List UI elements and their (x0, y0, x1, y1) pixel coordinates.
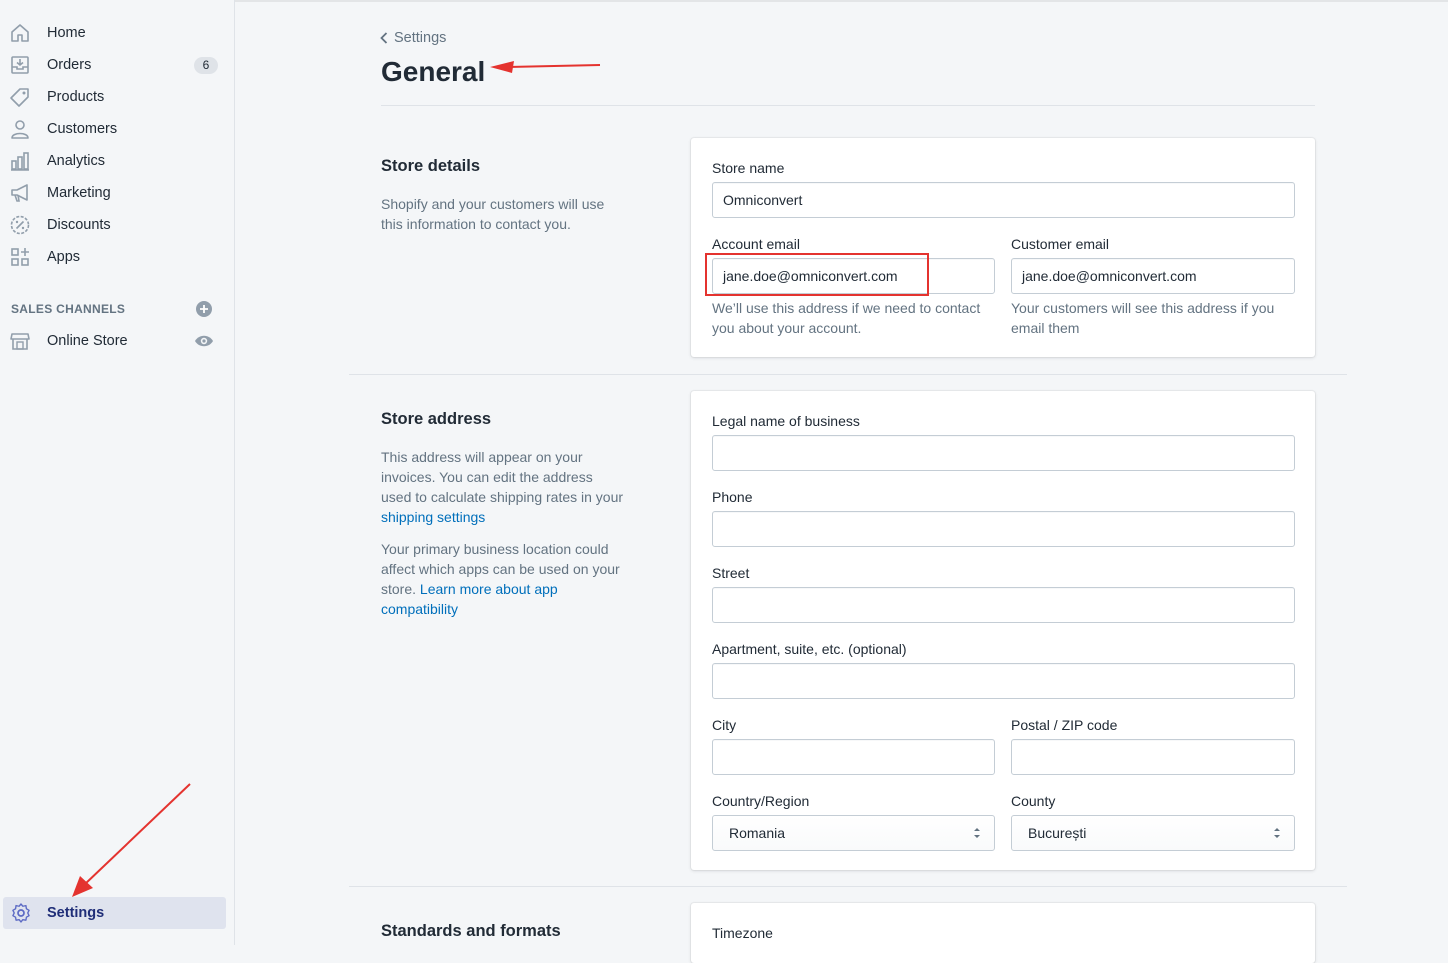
home-icon (11, 24, 29, 42)
eye-icon[interactable] (194, 332, 214, 350)
customer-email-help: Your customers will see this address if … (1011, 300, 1275, 336)
store-name-label: Store name (712, 160, 785, 176)
person-icon (11, 120, 29, 139)
sidebar-item-settings[interactable]: Settings (3, 897, 226, 929)
tag-icon (10, 88, 29, 107)
breadcrumb-back-link[interactable]: Settings (380, 30, 446, 46)
sidebar-item-label: Home (47, 25, 86, 41)
sidebar-item-label: Discounts (47, 217, 111, 233)
phone-label: Phone (712, 489, 753, 505)
sidebar-item-analytics[interactable]: Analytics (0, 145, 235, 177)
sidebar-item-label: Apps (47, 249, 81, 265)
bar-chart-icon (11, 152, 29, 171)
sidebar-item-label: Marketing (47, 185, 111, 201)
sidebar: Home Orders 6 Products Customers Analyti… (0, 0, 235, 945)
app-compatibility-description: Your primary business location could aff… (381, 539, 626, 619)
chevron-left-icon (380, 32, 388, 44)
customer-email-label: Customer email (1011, 236, 1110, 252)
country-select[interactable]: Romania (712, 815, 995, 851)
breadcrumb-label: Settings (394, 30, 447, 46)
orders-icon (11, 56, 29, 74)
customer-email-field[interactable]: jane.doe@omniconvert.com (1011, 258, 1295, 294)
city-field[interactable] (712, 739, 995, 775)
county-select-value: București (1028, 825, 1087, 841)
sidebar-item-customers[interactable]: Customers (0, 113, 235, 145)
sidebar-item-label: Orders (47, 57, 92, 73)
store-details-title: Store details (381, 157, 481, 175)
phone-field[interactable] (712, 511, 1295, 547)
header-divider (381, 105, 1315, 106)
store-details-description: Shopify and your customers will use this… (381, 196, 605, 232)
sidebar-item-label: Online Store (47, 333, 128, 349)
shipping-settings-link[interactable]: shipping settings (381, 509, 485, 525)
street-field[interactable] (712, 587, 1295, 623)
gear-icon (12, 903, 30, 923)
sidebar-item-label: Customers (47, 121, 118, 137)
sales-channels-heading: SALES CHANNELS (11, 302, 126, 316)
sidebar-item-home[interactable]: Home (0, 17, 235, 49)
add-channel-icon[interactable] (195, 300, 213, 318)
sidebar-item-orders[interactable]: Orders 6 (0, 49, 235, 81)
county-label: County (1011, 793, 1056, 809)
timezone-label: Timezone (712, 925, 773, 941)
apartment-label: Apartment, suite, etc. (optional) (712, 641, 907, 657)
megaphone-icon (11, 184, 28, 202)
store-name-field[interactable]: Omniconvert (712, 182, 1295, 218)
sidebar-item-apps[interactable]: Apps (0, 241, 235, 273)
legal-name-field[interactable] (712, 435, 1295, 471)
sidebar-item-label: Settings (47, 905, 105, 921)
percent-badge-icon (10, 215, 30, 235)
store-address-description: This address will appear on your invoice… (381, 447, 626, 527)
store-address-desc-text: This address will appear on your invoice… (381, 449, 624, 505)
account-email-help: We’ll use this address if we need to con… (712, 300, 981, 336)
country-select-value: Romania (729, 825, 786, 841)
orders-count-badge: 6 (194, 57, 218, 74)
apartment-field[interactable] (712, 663, 1295, 699)
county-select[interactable]: București (1011, 815, 1295, 851)
section-divider (349, 374, 1347, 375)
title-arrowhead (490, 61, 514, 73)
street-label: Street (712, 565, 750, 581)
select-arrows-icon (1274, 828, 1280, 838)
sidebar-item-discounts[interactable]: Discounts (0, 209, 235, 241)
title-arrow (507, 64, 601, 68)
country-label: Country/Region (712, 793, 810, 809)
postal-code-field[interactable] (1011, 739, 1295, 775)
sidebar-item-products[interactable]: Products (0, 81, 235, 113)
apps-grid-icon (11, 248, 29, 266)
account-email-highlight-box (705, 253, 929, 296)
section-divider (349, 886, 1347, 887)
city-label: City (712, 717, 737, 733)
standards-card (691, 903, 1315, 963)
postal-code-label: Postal / ZIP code (1011, 717, 1118, 733)
store-icon (10, 333, 30, 350)
standards-title: Standards and formats (381, 922, 561, 940)
sidebar-item-label: Analytics (47, 153, 106, 169)
sidebar-item-marketing[interactable]: Marketing (0, 177, 235, 209)
select-arrows-icon (974, 828, 980, 838)
store-address-title: Store address (381, 410, 492, 428)
legal-name-label: Legal name of business (712, 413, 860, 429)
account-email-label: Account email (712, 236, 800, 252)
page-title: General (381, 56, 486, 87)
sidebar-item-label: Products (47, 89, 105, 105)
